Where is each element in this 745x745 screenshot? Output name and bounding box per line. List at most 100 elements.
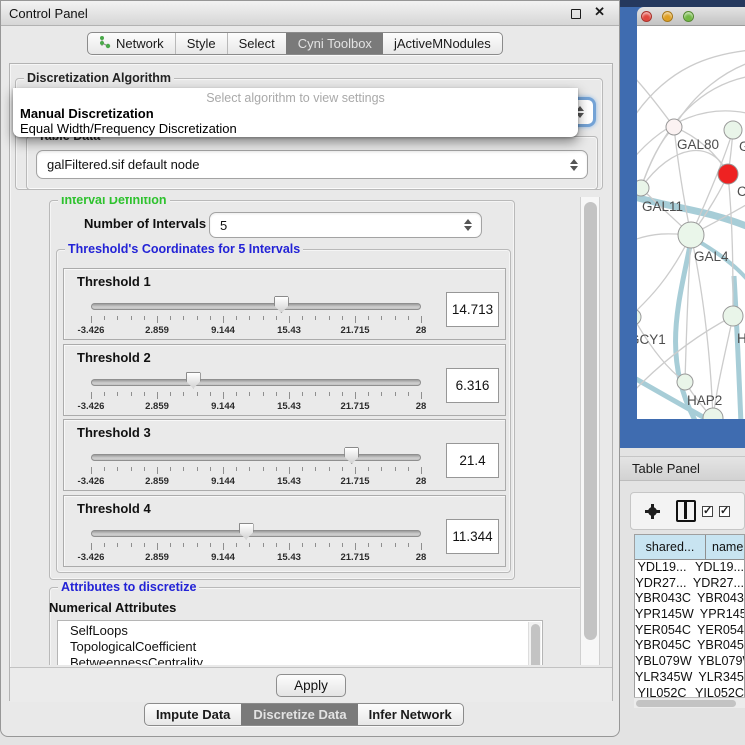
- tick-mark: [315, 316, 316, 320]
- tick-mark: [381, 316, 382, 320]
- tick-mark: [408, 392, 409, 396]
- network-edge[interactable]: [641, 127, 674, 188]
- list-item-selfloops[interactable]: SelfLoops: [58, 623, 542, 639]
- threshold-value-field[interactable]: 11.344: [446, 519, 499, 554]
- tick-mark: [315, 467, 316, 471]
- tick-label: 28: [416, 401, 427, 412]
- tick-mark: [223, 543, 224, 550]
- apply-button[interactable]: Apply: [276, 674, 346, 697]
- node-top-right[interactable]: [724, 121, 742, 139]
- table-row[interactable]: YBR045CYBR045C: [635, 638, 744, 654]
- list-item-topologicalcoefficient[interactable]: TopologicalCoefficient: [58, 639, 542, 655]
- table-row[interactable]: YDR27...YDR27...: [635, 576, 744, 592]
- threshold-slider-thumb[interactable]: [344, 447, 359, 464]
- threshold-slider-track[interactable]: [91, 303, 421, 310]
- dropdown-option-manual-discretization[interactable]: Manual Discretization: [20, 106, 154, 121]
- table-row[interactable]: YLR345WYLR345W: [635, 670, 744, 686]
- cell-name: YBL079W: [692, 654, 745, 670]
- network-edge[interactable]: [728, 174, 733, 316]
- threshold-slider-thumb[interactable]: [274, 296, 289, 313]
- tick-mark: [368, 392, 369, 396]
- threshold-slider-track[interactable]: [91, 530, 421, 537]
- dropdown-prompt-option[interactable]: Select algorithm to view settings: [13, 91, 578, 105]
- column-header-name[interactable]: name: [706, 535, 744, 559]
- number-of-intervals-combobox[interactable]: 5: [209, 212, 482, 238]
- tick-mark: [421, 467, 422, 474]
- threshold-value-field[interactable]: 14.713: [446, 292, 499, 327]
- minimize-traffic-light-icon[interactable]: [662, 11, 673, 22]
- tab-cyni-toolbox[interactable]: Cyni Toolbox: [286, 33, 383, 54]
- cell-name: YDL19...: [689, 560, 744, 576]
- tick-mark: [408, 316, 409, 320]
- table-row[interactable]: YBL079WYBL079W: [635, 654, 744, 670]
- table-row[interactable]: YER054CYER054C: [635, 623, 744, 639]
- scrollbar-thumb[interactable]: [636, 700, 736, 707]
- list-scrollbar[interactable]: [528, 622, 541, 665]
- tick-mark: [263, 392, 264, 396]
- split-columns-icon[interactable]: [676, 500, 696, 522]
- node-table: shared... name YDL19...YDL19...YDR27...Y…: [634, 534, 745, 708]
- tick-mark: [170, 392, 171, 396]
- node-label-h: H: [737, 331, 745, 346]
- threshold-value-field[interactable]: 21.4: [446, 443, 499, 478]
- tick-mark: [342, 392, 343, 396]
- network-edge[interactable]: [674, 62, 745, 127]
- tick-mark: [170, 467, 171, 471]
- tab-select[interactable]: Select: [227, 33, 286, 54]
- node-hap2[interactable]: [677, 374, 693, 390]
- float-window-icon[interactable]: [571, 9, 581, 19]
- node-gcy1[interactable]: [637, 309, 641, 325]
- settings-scrollbar[interactable]: [580, 197, 600, 665]
- table-row[interactable]: YPR145WYPR145W: [635, 607, 744, 623]
- network-edge-thick[interactable]: [734, 276, 741, 419]
- numerical-attributes-list[interactable]: SelfLoopsTopologicalCoefficientBetweenne…: [57, 620, 543, 665]
- threshold-panel-2: Threshold 2-3.4262.8599.14415.4321.71528…: [63, 344, 506, 416]
- cell-name: YPR145W: [694, 607, 745, 623]
- dropdown-option-equal-width[interactable]: Equal Width/Frequency Discretization: [20, 121, 237, 136]
- list-item-betweennesscentrality[interactable]: BetweennessCentrality: [58, 655, 542, 665]
- tick-mark: [131, 392, 132, 396]
- tab-jactivemnodules[interactable]: jActiveMNodules: [383, 33, 502, 54]
- gear-icon[interactable]: [648, 507, 657, 516]
- tab-infer-network[interactable]: Infer Network: [358, 704, 463, 725]
- close-traffic-light-icon[interactable]: [641, 11, 652, 22]
- tab-impute-data[interactable]: Impute Data: [145, 704, 241, 725]
- checkbox-checked-icon[interactable]: [719, 506, 730, 517]
- node-pink[interactable]: [666, 119, 682, 135]
- node-gal4[interactable]: [678, 222, 704, 248]
- node-h[interactable]: [723, 306, 743, 326]
- zoom-traffic-light-icon[interactable]: [683, 11, 694, 22]
- tick-mark: [91, 467, 92, 474]
- checkbox-checked-icon[interactable]: [702, 506, 713, 517]
- tick-mark: [183, 392, 184, 396]
- threshold-slider-track[interactable]: [91, 379, 421, 386]
- network-canvas[interactable]: GAL80GACGAL11GAL4GCY1HHAP2: [637, 26, 745, 419]
- threshold-slider-thumb[interactable]: [239, 523, 254, 540]
- tick-mark: [421, 392, 422, 399]
- tab-network[interactable]: Network: [88, 33, 175, 54]
- tab-style[interactable]: Style: [175, 33, 227, 54]
- threshold-value-field[interactable]: 6.316: [446, 368, 499, 403]
- tick-label: 2.859: [145, 552, 169, 563]
- network-icon: [99, 35, 111, 52]
- scrollbar-thumb[interactable]: [584, 202, 597, 640]
- tick-mark: [302, 543, 303, 547]
- tick-label: 15.43: [277, 552, 301, 563]
- threshold-slider-thumb[interactable]: [186, 372, 201, 389]
- network-edge[interactable]: [637, 74, 674, 127]
- node-red[interactable]: [718, 164, 738, 184]
- discretization-algorithm-title: Discretization Algorithm: [24, 71, 174, 85]
- threshold-slider-track[interactable]: [91, 454, 421, 461]
- table-data-combobox[interactable]: galFiltered.sif default node: [36, 150, 588, 179]
- tick-mark: [381, 392, 382, 396]
- tick-mark: [381, 543, 382, 547]
- settings-scroll-viewport: Interval Definition Number of Intervals …: [15, 197, 580, 665]
- table-row[interactable]: YDL19...YDL19...: [635, 560, 744, 576]
- column-header-shared-name[interactable]: shared...: [635, 535, 706, 559]
- top-tab-bar: NetworkStyleSelectCyni ToolboxjActiveMNo…: [87, 32, 503, 55]
- table-horizontal-scrollbar[interactable]: [634, 697, 745, 708]
- close-icon[interactable]: ✕: [594, 4, 605, 20]
- table-row[interactable]: YBR043CYBR043C: [635, 591, 744, 607]
- node-gal11[interactable]: [637, 180, 649, 196]
- tab-discretize-data[interactable]: Discretize Data: [241, 704, 357, 725]
